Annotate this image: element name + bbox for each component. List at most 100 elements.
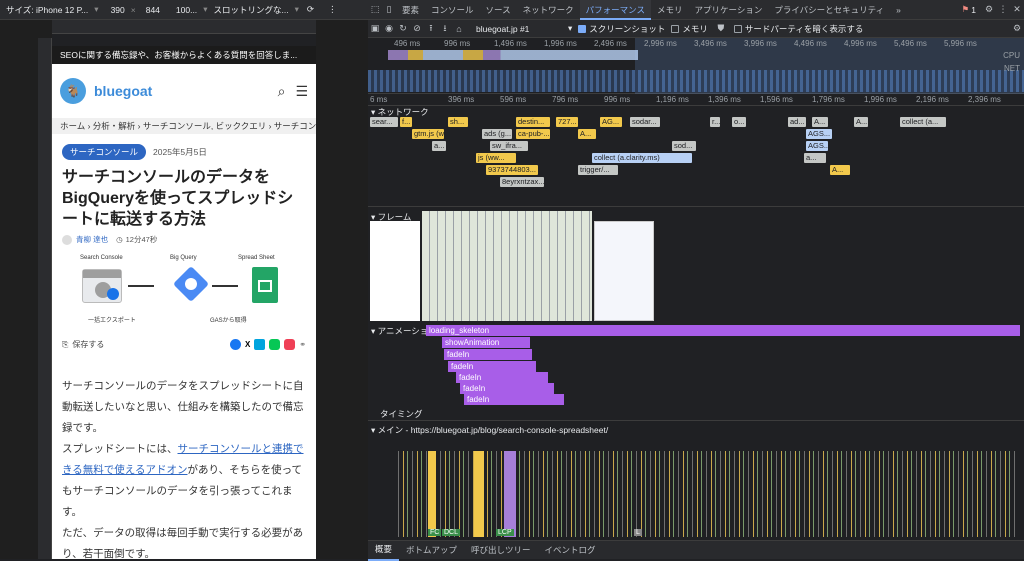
author-name[interactable]: 青柳 達也 xyxy=(76,234,108,245)
issues-flag-icon[interactable]: ⚑ xyxy=(962,4,970,15)
network-request[interactable]: a... xyxy=(432,141,446,151)
sidebar-toggle-icon[interactable]: ▣ xyxy=(368,23,382,34)
more-options-icon[interactable]: ⋮ xyxy=(328,4,337,15)
recording-select[interactable]: bluegoat.jp #1 xyxy=(476,24,568,34)
network-request[interactable]: 8eyrxntzax... xyxy=(500,177,544,187)
device-toggle-icon[interactable]: ▯ xyxy=(382,4,396,15)
main-section-label[interactable]: ▾ メイン - https://bluegoat.jp/blog/search-… xyxy=(371,424,608,436)
seo-banner[interactable]: SEOに関する備忘録や、お客様からよくある質問を回答しま... xyxy=(52,46,316,64)
save-button[interactable]: 保存する xyxy=(72,339,104,350)
network-request[interactable]: js (ww... xyxy=(476,153,516,163)
tab-summary[interactable]: 概要 xyxy=(368,540,400,561)
animations-track[interactable]: ▾ アニメーション loading_skeleton showAnimation… xyxy=(368,322,1024,406)
gear-icon[interactable]: ⚙ xyxy=(982,4,996,15)
timing-marker[interactable]: FC xyxy=(428,529,442,536)
network-request[interactable]: sod... xyxy=(672,141,696,151)
network-request[interactable]: f... xyxy=(400,117,412,127)
network-request[interactable]: sh... xyxy=(448,117,468,127)
timing-marker[interactable]: L xyxy=(634,529,642,536)
width-input[interactable]: 390 xyxy=(111,5,125,15)
network-request[interactable]: gtm.js (www.... xyxy=(412,129,444,139)
category-badge[interactable]: サーチコンソール xyxy=(62,144,147,160)
breadcrumb[interactable]: ホーム › 分析・解析 › サーチコンソール, ビッククエリ › サーチコン xyxy=(52,118,316,134)
reload-record-icon[interactable]: ↻ xyxy=(396,23,410,34)
zoom-select[interactable]: 100... xyxy=(176,5,197,15)
network-request[interactable]: a... xyxy=(804,153,826,163)
tab-bottom-up[interactable]: ボトムアップ xyxy=(399,541,464,560)
chevron-down-icon[interactable]: ▾ xyxy=(568,23,572,34)
tab-elements[interactable]: 要素 xyxy=(396,0,425,20)
screenshot-checkbox[interactable] xyxy=(578,24,587,33)
network-request[interactable]: 727... xyxy=(556,117,578,127)
timeline-overview[interactable]: 496 ms 996 ms 1,496 ms 1,996 ms 2,496 ms 2,99… xyxy=(368,38,1024,94)
chevron-down-icon[interactable]: ▾ xyxy=(295,4,299,15)
network-request[interactable]: 9373744803... xyxy=(486,165,538,175)
tab-memory[interactable]: メモリ xyxy=(651,0,689,20)
network-request[interactable]: sodar... xyxy=(630,117,660,127)
network-request[interactable]: ads (g... xyxy=(482,129,512,139)
network-request[interactable]: sear... xyxy=(370,117,398,127)
third-party-checkbox[interactable] xyxy=(733,24,742,33)
x-icon[interactable]: X xyxy=(245,340,250,349)
animation-bar[interactable]: showAnimation xyxy=(442,337,530,348)
animation-bar[interactable]: fadeIn xyxy=(464,394,564,405)
animation-bar[interactable]: loading_skeleton xyxy=(426,325,1020,336)
record-icon[interactable]: ◉ xyxy=(382,23,396,34)
tab-console[interactable]: コンソール xyxy=(425,0,480,20)
facebook-icon[interactable] xyxy=(229,339,241,350)
rotate-icon[interactable]: ⟳ xyxy=(307,4,314,15)
pocket-icon[interactable] xyxy=(284,339,296,350)
kebab-icon[interactable]: ⋮ xyxy=(996,4,1010,15)
goat-logo-icon[interactable]: 🐐 xyxy=(60,78,86,104)
animation-bar[interactable]: fadeIn xyxy=(460,383,554,394)
height-input[interactable]: 844 xyxy=(146,5,160,15)
site-logo-text[interactable]: bluegoat xyxy=(94,83,152,99)
network-request[interactable]: collect (a.clarity.ms) xyxy=(592,153,692,163)
tab-application[interactable]: アプリケーション xyxy=(688,0,768,20)
upload-icon[interactable]: ⭱ xyxy=(424,21,438,37)
timing-marker[interactable]: DCL xyxy=(442,529,461,536)
frames-track[interactable]: ▾ フレーム xyxy=(368,206,1024,322)
network-request[interactable]: sw_ifra... xyxy=(490,141,528,151)
timings-section-label[interactable]: タイミング xyxy=(380,408,423,420)
close-icon[interactable]: ✕ xyxy=(1010,4,1024,15)
clear-icon[interactable]: ⊘ xyxy=(410,23,424,34)
network-request[interactable]: ad... xyxy=(788,117,806,127)
home-icon[interactable]: ⌂ xyxy=(452,24,466,34)
line-icon[interactable] xyxy=(269,339,281,350)
animation-bar[interactable]: fadeIn xyxy=(448,361,536,372)
link-icon[interactable]: ⚭ xyxy=(299,340,306,349)
network-request[interactable]: AGS... xyxy=(806,129,832,139)
timing-marker[interactable]: LCP xyxy=(496,529,514,536)
tab-privacy[interactable]: プライバシーとセキュリティ xyxy=(768,0,890,20)
network-track[interactable]: ▾ ネットワーク sear... f... sh... destin... 727...… xyxy=(368,106,1024,204)
tab-network[interactable]: ネットワーク xyxy=(517,0,580,20)
network-request[interactable]: A... xyxy=(830,165,850,175)
network-request[interactable]: o... xyxy=(732,117,746,127)
tab-performance[interactable]: パフォーマンス xyxy=(579,0,651,20)
more-tabs-button[interactable]: » xyxy=(890,0,907,20)
hatena-icon[interactable] xyxy=(254,339,266,350)
network-request[interactable]: r... xyxy=(710,117,720,127)
throttle-select[interactable]: スロットリングな... xyxy=(213,4,288,16)
network-request[interactable]: collect (a... xyxy=(900,117,946,127)
tab-call-tree[interactable]: 呼び出しツリー xyxy=(464,541,538,560)
menu-icon[interactable]: ☰ xyxy=(295,83,308,100)
network-request[interactable]: A... xyxy=(854,117,868,127)
timings-track[interactable]: タイミング xyxy=(368,406,1024,420)
network-request[interactable]: AG... xyxy=(600,117,622,127)
broom-icon[interactable]: ⛊ xyxy=(714,23,728,34)
network-request[interactable]: A... xyxy=(578,129,596,139)
main-flame-chart[interactable] xyxy=(398,451,1018,537)
tab-event-log[interactable]: イベントログ xyxy=(538,541,603,560)
animation-bar[interactable]: fadeIn xyxy=(456,372,548,383)
inspect-icon[interactable]: ⬚ xyxy=(368,4,382,15)
animation-bar[interactable]: fadeIn xyxy=(444,349,532,360)
bookmark-icon[interactable]: ⎘ xyxy=(62,340,68,350)
network-request[interactable]: trigger/... xyxy=(578,165,618,175)
memory-checkbox[interactable] xyxy=(671,24,680,33)
search-icon[interactable]: ⌕ xyxy=(278,83,286,100)
device-select[interactable]: サイズ: iPhone 12 P... xyxy=(6,4,88,16)
gear-icon[interactable]: ⚙ xyxy=(1010,23,1024,34)
network-request[interactable]: ca-pub-... xyxy=(516,129,550,139)
